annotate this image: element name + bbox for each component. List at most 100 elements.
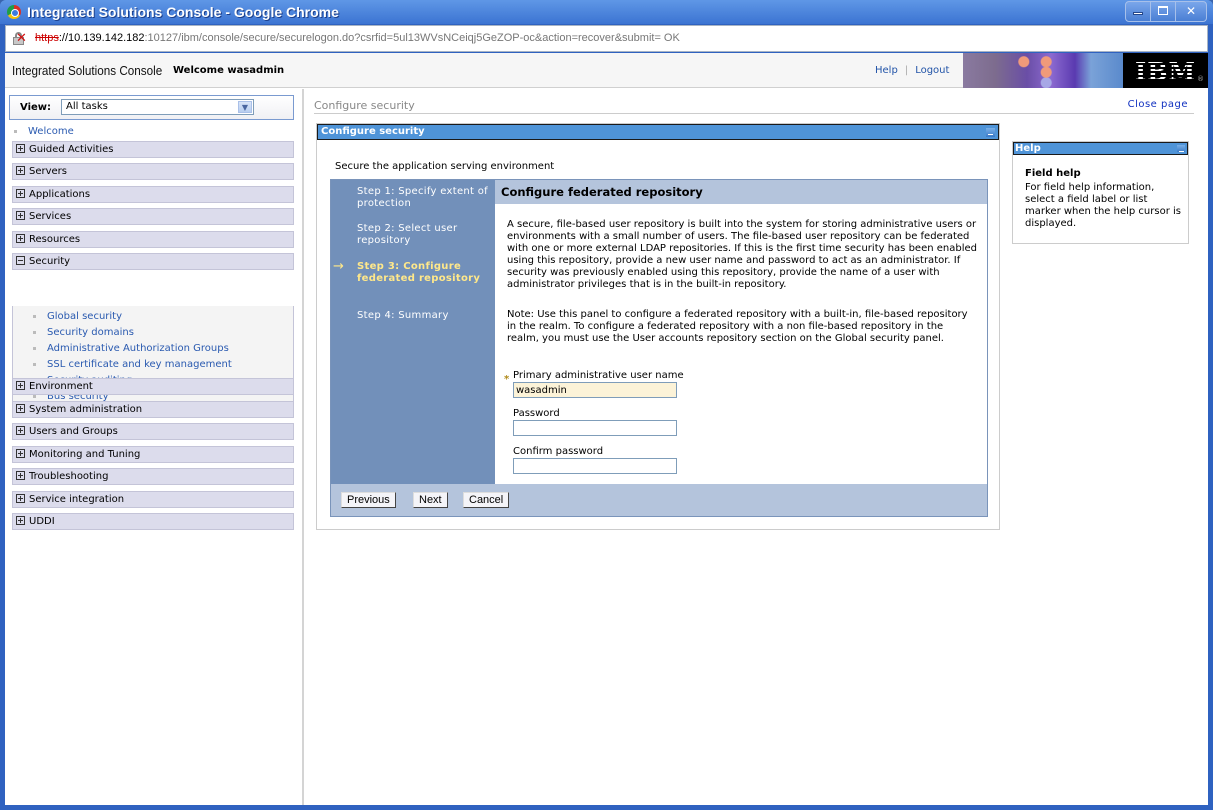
close-window-button[interactable]: ✕ (1176, 2, 1206, 21)
help-link[interactable]: Help (875, 65, 898, 76)
close-icon: ✕ (1185, 4, 1197, 18)
username-label[interactable]: Primary administrative user name (513, 370, 684, 381)
url-port: :10127 (144, 32, 179, 44)
required-marker-icon: * (504, 374, 510, 385)
nav-link-security-domains[interactable]: Security domains (33, 327, 134, 338)
nav-item-troubleshooting[interactable]: Troubleshooting (12, 468, 294, 485)
next-button[interactable]: Next (413, 492, 448, 508)
minimize-help-icon[interactable] (1177, 145, 1185, 152)
logout-link[interactable]: Logout (915, 65, 949, 76)
console-title: Integrated Solutions Console (12, 63, 163, 78)
nav-link-ssl-certificate[interactable]: SSL certificate and key management (33, 359, 232, 370)
password-label[interactable]: Password (513, 408, 560, 419)
window-controls: ✕ (1125, 1, 1207, 22)
expand-icon[interactable] (16, 426, 25, 435)
maximize-button[interactable] (1151, 2, 1176, 21)
url-path: /ibm/console/secure/securelogon.do?csrfi… (178, 32, 680, 44)
confirm-password-label[interactable]: Confirm password (513, 446, 603, 457)
previous-button[interactable]: Previous (341, 492, 396, 508)
close-page-link[interactable]: Close page (1128, 99, 1188, 110)
expand-icon[interactable] (16, 211, 25, 220)
confirm-password-input[interactable] (513, 458, 677, 474)
current-step-arrow-icon: → (333, 259, 344, 274)
link-separator: | (904, 65, 909, 76)
expand-icon[interactable] (16, 494, 25, 503)
nav-link-admin-auth-groups[interactable]: Administrative Authorization Groups (33, 343, 229, 354)
wizard-step-2[interactable]: Step 2: Select user repository (357, 223, 489, 247)
nav-welcome[interactable]: Welcome (14, 126, 74, 137)
nav-item-services[interactable]: Services (12, 208, 294, 225)
wizard-steps: Step 1: Specify extent of protection Ste… (331, 180, 495, 484)
nav-item-applications[interactable]: Applications (12, 186, 294, 203)
nav-item-system-administration[interactable]: System administration (12, 401, 294, 418)
nav-item-service-integration[interactable]: Service integration (12, 491, 294, 508)
bullet-icon (33, 314, 36, 318)
minimize-portlet-icon[interactable] (986, 128, 995, 137)
bullet-icon (33, 362, 36, 366)
url-protocol: https (35, 32, 59, 44)
nav-item-servers[interactable]: Servers (12, 163, 294, 180)
banner-links: Help | Logout (875, 65, 949, 76)
view-label: View: (20, 102, 52, 113)
expand-icon[interactable] (16, 516, 25, 525)
cancel-button[interactable]: Cancel (463, 492, 510, 508)
wizard-button-bar: Previous Next Cancel (331, 484, 987, 516)
address-bar[interactable]: ✕ https://10.139.142.182:10127/ibm/conso… (5, 25, 1208, 52)
welcome-user: Welcome wasadmin (173, 65, 285, 76)
expand-icon[interactable] (16, 234, 25, 243)
browser-window: Integrated Solutions Console - Google Ch… (0, 0, 1213, 810)
wizard-step-3: Step 3: Configure federated repository (357, 261, 481, 284)
nav-item-security[interactable]: Security (12, 253, 294, 270)
field-help-heading: Field help (1025, 168, 1081, 179)
expand-icon[interactable] (16, 144, 25, 153)
url-text[interactable]: https://10.139.142.182:10127/ibm/console… (35, 32, 680, 44)
title-bar: Integrated Solutions Console - Google Ch… (0, 0, 1213, 24)
username-input[interactable] (513, 382, 677, 398)
view-select[interactable]: All tasks ▼ (61, 99, 254, 115)
main-content: Configure security Close page Configure … (306, 89, 1208, 805)
banner-artwork (963, 53, 1123, 88)
bullet-icon (14, 129, 17, 133)
insecure-lock-icon[interactable]: ✕ (13, 32, 27, 46)
field-help-text: For field help information, select a fie… (1025, 182, 1181, 229)
maximize-icon (1158, 6, 1168, 15)
expand-icon[interactable] (16, 189, 25, 198)
collapse-icon[interactable] (16, 256, 25, 265)
minimize-button[interactable] (1126, 2, 1151, 21)
security-wizard: Step 1: Specify extent of protection Ste… (330, 179, 988, 517)
navigation-sidebar: View: All tasks ▼ Welcome Guided Activit… (5, 89, 304, 805)
panel-title: Configure federated repository (495, 180, 987, 204)
nav-item-environment[interactable]: Environment (12, 378, 294, 395)
nav-link-global-security[interactable]: Global security (33, 311, 122, 322)
nav-item-uddi[interactable]: UDDI (12, 513, 294, 530)
nav-item-resources[interactable]: Resources (12, 231, 294, 248)
page-content: Integrated Solutions Console Welcome was… (5, 53, 1208, 805)
bullet-icon (33, 346, 36, 350)
chevron-down-icon[interactable]: ▼ (238, 101, 252, 113)
url-host: ://10.139.142.182 (58, 32, 145, 44)
console-banner: Integrated Solutions Console Welcome was… (5, 53, 1208, 88)
nav-item-users-and-groups[interactable]: Users and Groups (12, 423, 294, 440)
ibm-logo: IBM ® (1123, 53, 1208, 88)
wizard-step-4[interactable]: Step 4: Summary (357, 310, 489, 322)
bullet-icon (33, 330, 36, 334)
help-header: Help (1013, 142, 1188, 155)
expand-icon[interactable] (16, 471, 25, 480)
chrome-logo-icon (7, 5, 21, 19)
nav-item-guided-activities[interactable]: Guided Activities (12, 141, 294, 158)
minimize-icon (1133, 12, 1143, 15)
nav-item-monitoring-and-tuning[interactable]: Monitoring and Tuning (12, 446, 294, 463)
wizard-step-1[interactable]: Step 1: Specify extent of protection (357, 186, 489, 210)
expand-icon[interactable] (16, 449, 25, 458)
panel-note: Note: Use this panel to configure a fede… (507, 309, 968, 344)
view-filter: View: All tasks ▼ (9, 95, 294, 120)
expand-icon[interactable] (16, 166, 25, 175)
window-title: Integrated Solutions Console - Google Ch… (27, 4, 339, 20)
configure-security-portlet: Configure security Secure the applicatio… (316, 123, 1000, 530)
help-portlet: Help Field help For field help informati… (1012, 141, 1189, 244)
portlet-header: Configure security (317, 124, 999, 140)
expand-icon[interactable] (16, 404, 25, 413)
breadcrumb: Configure security (314, 99, 1194, 114)
password-input[interactable] (513, 420, 677, 436)
expand-icon[interactable] (16, 381, 25, 390)
